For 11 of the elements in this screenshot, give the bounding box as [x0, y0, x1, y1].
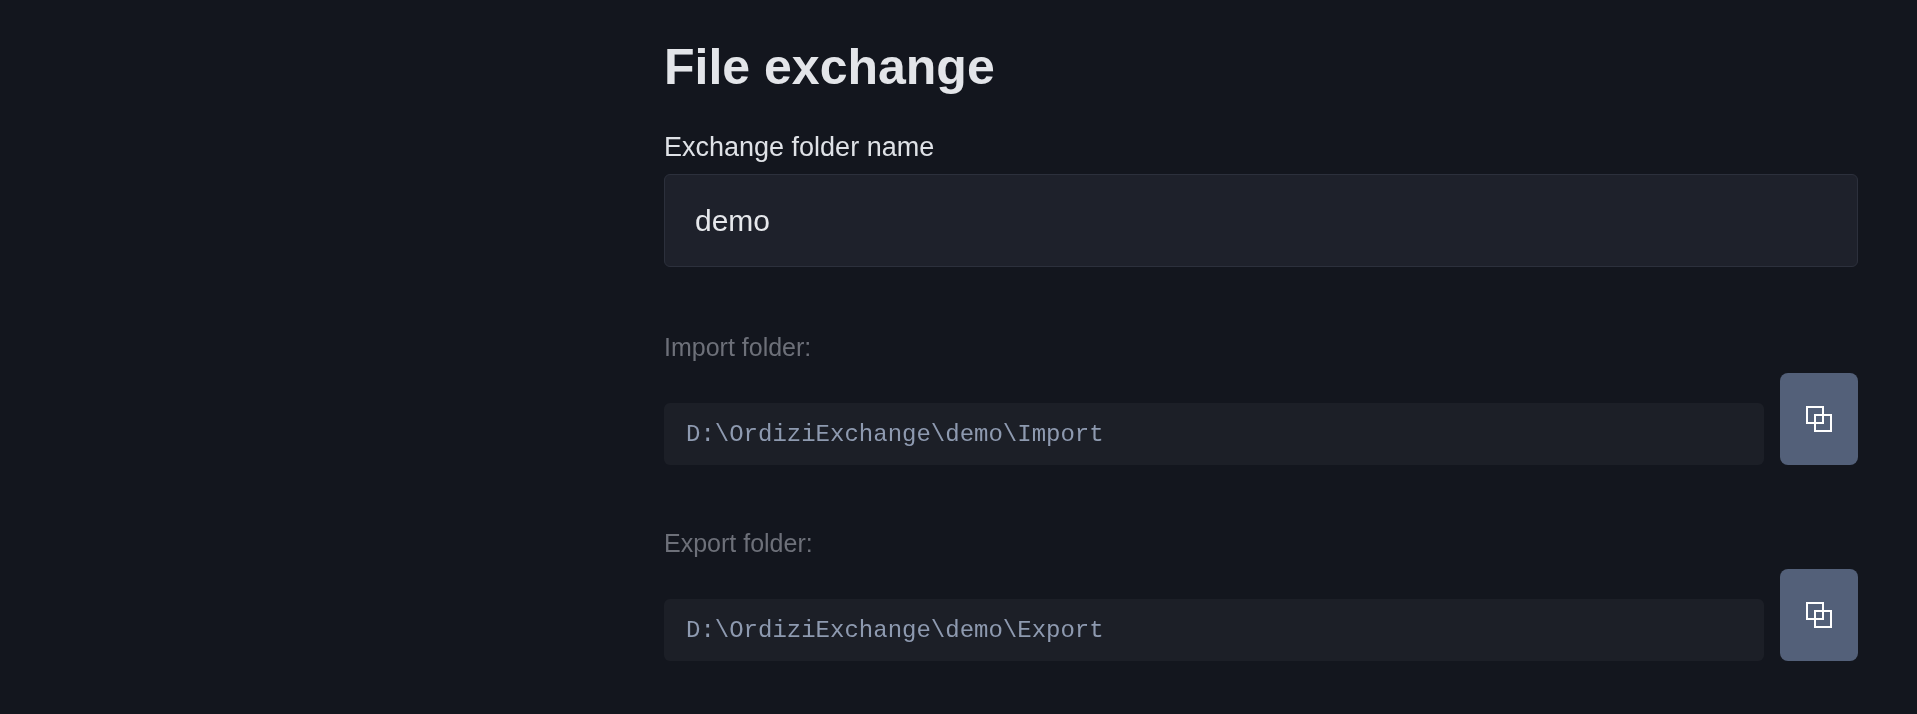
folder-label: Export folder: — [664, 528, 813, 558]
folder-path: D:\OrdiziExchange\demo\Export — [664, 599, 1764, 661]
page-title: File exchange — [664, 38, 995, 97]
folder-name-field[interactable]: demo — [664, 174, 1858, 267]
folder-label: Import folder: — [664, 332, 812, 362]
folder-path: D:\OrdiziExchange\demo\Import — [664, 403, 1764, 465]
field-label: Exchange folder name — [664, 131, 935, 163]
copy-icon — [1806, 602, 1832, 628]
copy-button[interactable] — [1780, 569, 1858, 661]
copy-icon — [1806, 406, 1832, 432]
copy-button[interactable] — [1780, 373, 1858, 465]
